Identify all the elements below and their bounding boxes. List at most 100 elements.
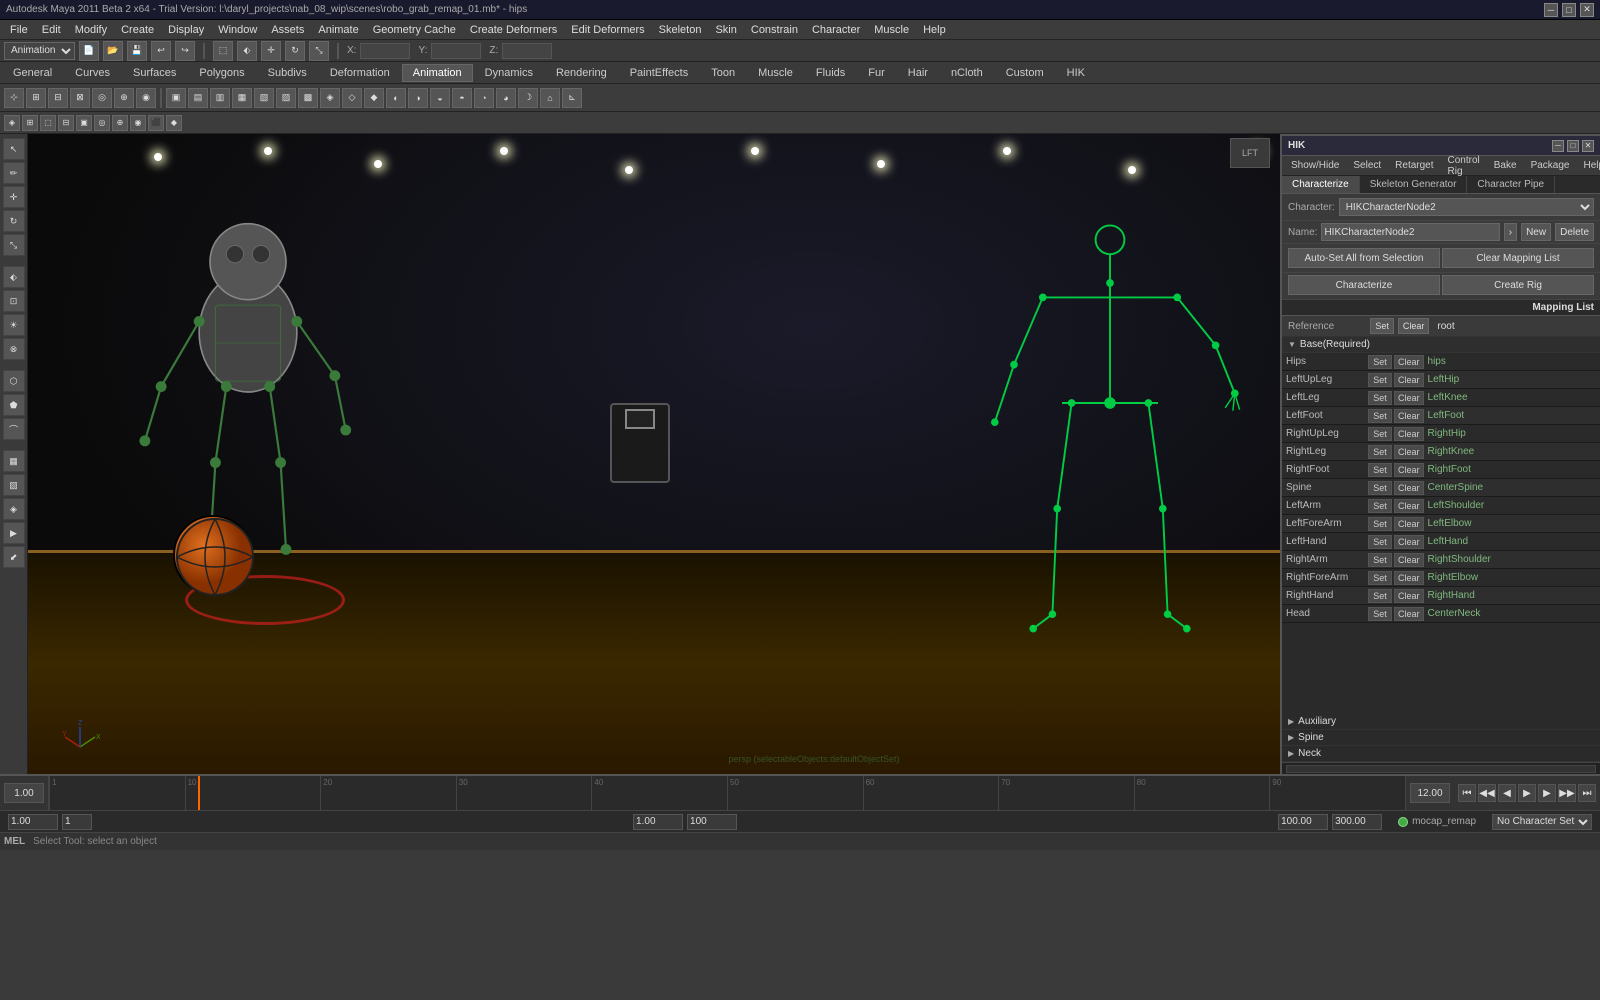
tool-lasso[interactable]: ⬖ — [3, 266, 25, 288]
minimize-button[interactable]: ─ — [1544, 3, 1558, 17]
tb-icon-5[interactable]: ◎ — [92, 88, 112, 108]
tool-camera[interactable]: ⊡ — [3, 290, 25, 312]
aux-section-header[interactable]: ▶ Auxiliary — [1282, 714, 1600, 730]
tool-curve[interactable]: ⌒ — [3, 418, 25, 440]
tb-icon-14[interactable]: ▩ — [298, 88, 318, 108]
menu-assets[interactable]: Assets — [265, 23, 310, 37]
map-set-btn-9[interactable]: Set — [1368, 517, 1392, 531]
menu-create[interactable]: Create — [115, 23, 160, 37]
range-end-input[interactable] — [687, 814, 737, 830]
hik-menu-bake[interactable]: Bake — [1489, 159, 1522, 172]
tb-icon-12[interactable]: ▧ — [254, 88, 274, 108]
toolbar-new[interactable]: 📄 — [79, 41, 99, 61]
map-clear-btn-14[interactable]: Clear — [1394, 607, 1424, 621]
tab-hair[interactable]: Hair — [897, 64, 939, 82]
toolbar-rotate[interactable]: ↻ — [285, 41, 305, 61]
map-set-btn-14[interactable]: Set — [1368, 607, 1392, 621]
tb-icon-2[interactable]: ⊞ — [26, 88, 46, 108]
tab-ncloth[interactable]: nCloth — [940, 64, 994, 82]
tb-icon-26[interactable]: ⊾ — [562, 88, 582, 108]
tab-hik[interactable]: HIK — [1056, 64, 1096, 82]
menu-createdeformers[interactable]: Create Deformers — [464, 23, 563, 37]
menu-skeleton[interactable]: Skeleton — [653, 23, 708, 37]
hik-close[interactable]: ✕ — [1582, 140, 1594, 152]
tb2-icon-9[interactable]: ⬛ — [148, 115, 164, 131]
play-next-key[interactable]: ▶▶ — [1558, 784, 1576, 802]
hik-arrow-btn[interactable]: › — [1504, 223, 1517, 241]
base-section-header[interactable]: ▼ Base(Required) — [1282, 337, 1600, 353]
hik-characterize-btn[interactable]: Characterize — [1288, 275, 1440, 295]
play-skip-start[interactable]: ⏮ — [1458, 784, 1476, 802]
tab-muscle[interactable]: Muscle — [747, 64, 804, 82]
tb-icon-9[interactable]: ▤ — [188, 88, 208, 108]
map-set-btn-13[interactable]: Set — [1368, 589, 1392, 603]
toolbar-lasso[interactable]: ⬖ — [237, 41, 257, 61]
menu-animate[interactable]: Animate — [312, 23, 364, 37]
tool-select[interactable]: ↖ — [3, 138, 25, 160]
menu-display[interactable]: Display — [162, 23, 210, 37]
map-clear-btn-1[interactable]: Clear — [1394, 373, 1424, 387]
menu-modify[interactable]: Modify — [69, 23, 113, 37]
tab-curves[interactable]: Curves — [64, 64, 121, 82]
map-clear-btn-13[interactable]: Clear — [1394, 589, 1424, 603]
range-start-input[interactable] — [633, 814, 683, 830]
tb2-icon-3[interactable]: ⬚ — [40, 115, 56, 131]
hik-tab-skeleton-gen[interactable]: Skeleton Generator — [1360, 176, 1468, 193]
toolbar-scale[interactable]: ⤡ — [309, 41, 329, 61]
maximize-button[interactable]: □ — [1562, 3, 1576, 17]
menu-help[interactable]: Help — [917, 23, 952, 37]
map-clear-btn-10[interactable]: Clear — [1394, 535, 1424, 549]
map-set-btn-11[interactable]: Set — [1368, 553, 1392, 567]
tool-dynamics[interactable]: ⬋ — [3, 546, 25, 568]
hik-menu-help[interactable]: Help — [1578, 159, 1600, 172]
hik-minimize[interactable]: ─ — [1552, 140, 1564, 152]
tb-icon-19[interactable]: ◑ — [408, 88, 428, 108]
ref-clear-btn[interactable]: Clear — [1398, 318, 1430, 334]
tb-icon-21[interactable]: ◓ — [452, 88, 472, 108]
map-clear-btn-7[interactable]: Clear — [1394, 481, 1424, 495]
tb-icon-24[interactable]: ☽ — [518, 88, 538, 108]
hik-new-btn[interactable]: New — [1521, 223, 1551, 241]
tb-icon-13[interactable]: ▨ — [276, 88, 296, 108]
map-set-btn-12[interactable]: Set — [1368, 571, 1392, 585]
tool-light[interactable]: ☀ — [3, 314, 25, 336]
tab-fluids[interactable]: Fluids — [805, 64, 856, 82]
viewport-corner-button[interactable]: LFT — [1230, 138, 1270, 168]
map-set-btn-1[interactable]: Set — [1368, 373, 1392, 387]
tool-deform[interactable]: ⬟ — [3, 394, 25, 416]
hik-tab-characterize[interactable]: Characterize — [1282, 176, 1360, 193]
menu-character[interactable]: Character — [806, 23, 866, 37]
hik-character-dropdown[interactable]: HIKCharacterNode2 — [1339, 198, 1594, 216]
play-skip-end[interactable]: ⏭ — [1578, 784, 1596, 802]
menu-file[interactable]: File — [4, 23, 34, 37]
map-clear-btn-2[interactable]: Clear — [1394, 391, 1424, 405]
map-set-btn-10[interactable]: Set — [1368, 535, 1392, 549]
tb-icon-11[interactable]: ▦ — [232, 88, 252, 108]
hik-hscrollbar[interactable] — [1286, 765, 1596, 773]
tb-icon-8[interactable]: ▣ — [166, 88, 186, 108]
tab-custom[interactable]: Custom — [995, 64, 1055, 82]
tb-icon-16[interactable]: ◇ — [342, 88, 362, 108]
mode-dropdown[interactable]: Animation — [4, 42, 75, 60]
map-set-btn-3[interactable]: Set — [1368, 409, 1392, 423]
tb-icon-25[interactable]: ⌂ — [540, 88, 560, 108]
ref-set-btn[interactable]: Set — [1370, 318, 1394, 334]
frame-start-input[interactable] — [4, 783, 44, 803]
timeline-inner[interactable]: 1 10 20 30 40 50 60 70 80 90 100 — [49, 776, 1405, 810]
map-clear-btn-8[interactable]: Clear — [1394, 499, 1424, 513]
menu-editdeformers[interactable]: Edit Deformers — [565, 23, 650, 37]
toolbar-save[interactable]: 💾 — [127, 41, 147, 61]
toolbar-undo[interactable]: ↩ — [151, 41, 171, 61]
tab-dynamics[interactable]: Dynamics — [474, 64, 544, 82]
menu-geomcache[interactable]: Geometry Cache — [367, 23, 462, 37]
tab-painteffects[interactable]: PaintEffects — [619, 64, 700, 82]
tb2-icon-5[interactable]: ▣ — [76, 115, 92, 131]
map-clear-btn-9[interactable]: Clear — [1394, 517, 1424, 531]
tb-icon-4[interactable]: ⊠ — [70, 88, 90, 108]
tool-scale[interactable]: ⤡ — [3, 234, 25, 256]
toolbar-open[interactable]: 📂 — [103, 41, 123, 61]
tool-node[interactable]: ⬡ — [3, 370, 25, 392]
tab-animation[interactable]: Animation — [402, 64, 473, 82]
tb-icon-3[interactable]: ⊟ — [48, 88, 68, 108]
close-button[interactable]: ✕ — [1580, 3, 1594, 17]
